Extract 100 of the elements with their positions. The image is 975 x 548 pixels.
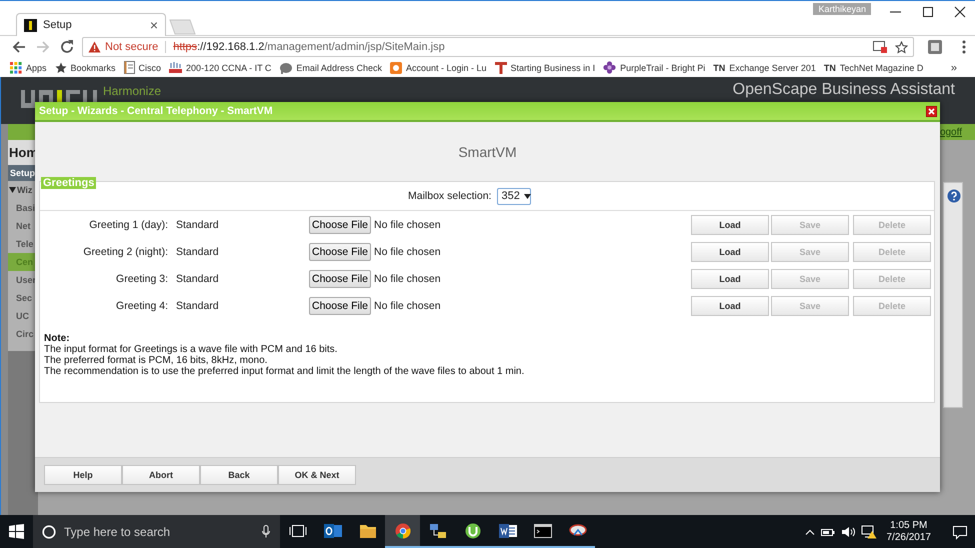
nav-group[interactable]: Wiz bbox=[8, 181, 38, 199]
star-icon bbox=[54, 62, 67, 74]
network-icon bbox=[428, 522, 446, 538]
greeting-status: Standard bbox=[176, 218, 219, 230]
footer-button[interactable]: OK & Next bbox=[278, 465, 356, 485]
bookmark-link[interactable]: PurpleTrail - Bright Pi bbox=[603, 61, 706, 74]
product-title: OpenScape Business Assistant bbox=[732, 81, 955, 99]
bookmark-link[interactable]: Starting Business in I bbox=[494, 61, 596, 74]
battery-icon[interactable] bbox=[820, 526, 834, 536]
flower-icon bbox=[603, 61, 616, 74]
taskbar-button[interactable] bbox=[385, 515, 420, 548]
nav-item[interactable]: User bbox=[8, 271, 38, 289]
page-heading: SmartVM bbox=[458, 144, 517, 160]
folder-icon bbox=[358, 522, 376, 538]
microphone-icon[interactable] bbox=[262, 525, 270, 538]
triangle-icon bbox=[9, 187, 16, 193]
volume-icon[interactable] bbox=[840, 526, 854, 538]
greeting-status: Standard bbox=[176, 300, 219, 312]
logoff-link[interactable]: ogoff bbox=[940, 126, 962, 138]
choose-file-button[interactable]: Choose File bbox=[309, 242, 371, 260]
search-icon bbox=[42, 524, 56, 538]
choose-file-button[interactable]: Choose File bbox=[309, 216, 371, 234]
note-title: Note: bbox=[44, 333, 71, 344]
start-icon[interactable] bbox=[9, 524, 24, 539]
star-icon[interactable] bbox=[894, 40, 908, 54]
greeting-label: Greeting 4: bbox=[116, 300, 168, 312]
nav-item[interactable]: Circ bbox=[8, 325, 38, 343]
help-icon[interactable] bbox=[947, 189, 961, 203]
bookmark-link[interactable]: Bookmarks bbox=[54, 62, 116, 74]
nav-item[interactable]: UC bbox=[8, 307, 38, 325]
favicon-text: TN bbox=[824, 62, 836, 72]
file-status: No file chosen bbox=[374, 218, 441, 230]
note-text: The recommendation is to use the preferred input format and limit the length of the wave files to about 1 min. bbox=[44, 366, 526, 377]
choose-file-button[interactable]: Choose File bbox=[309, 296, 371, 314]
section-legend: Greetings bbox=[41, 177, 96, 189]
reload-icon[interactable] bbox=[58, 38, 76, 56]
nav-item[interactable]: Sec bbox=[8, 289, 38, 307]
favicon-text: TN bbox=[713, 62, 726, 72]
greeting-label: Greeting 3: bbox=[116, 272, 168, 284]
bookmark-link[interactable]: TN Exchange Server 201 bbox=[713, 62, 816, 72]
bookmark-link[interactable]: Account - Login - Lu bbox=[390, 62, 487, 74]
menu-icon[interactable] bbox=[962, 40, 966, 54]
bookmark-link[interactable]: 200-120 CCNA - IT C bbox=[169, 62, 272, 73]
dialog-title: Setup - Wizards - Central Telephony - SmartVM bbox=[39, 105, 273, 117]
footer-button[interactable]: Help bbox=[44, 465, 122, 485]
file-status: No file chosen bbox=[374, 246, 441, 258]
bookmark-link[interactable]: TN TechNet Magazine D bbox=[824, 62, 924, 72]
notebook-icon bbox=[124, 61, 135, 74]
close-icon[interactable] bbox=[926, 106, 937, 116]
caret-icon bbox=[524, 194, 531, 198]
note-text: The input format for Greetings is a wave file with PCM and 16 bits. bbox=[44, 344, 338, 355]
choose-file-button[interactable]: Choose File bbox=[309, 270, 371, 288]
search-input[interactable]: Type here to search bbox=[64, 524, 244, 538]
document-app-icon bbox=[498, 522, 516, 538]
file-status: No file chosen bbox=[374, 272, 441, 284]
address-url: https://192.168.1.2/management/admin/jsp/SiteMain.jsp bbox=[173, 41, 445, 53]
browser-icon bbox=[394, 522, 412, 538]
address-bar[interactable]: Not secure https://192.168.1.2/management/admin/jsp/SiteMain.jsp bbox=[82, 37, 914, 57]
apps-grid-icon bbox=[10, 62, 22, 74]
field-label: Mailbox selection: bbox=[408, 190, 492, 202]
search-field[interactable]: Type here to search bbox=[33, 515, 280, 548]
load-button[interactable]: Load bbox=[691, 242, 769, 262]
greeting-label: Greeting 2 (night): bbox=[83, 246, 168, 258]
tee-icon bbox=[494, 61, 507, 74]
tab-close-button[interactable]: × bbox=[150, 18, 158, 32]
load-button[interactable]: Load bbox=[691, 214, 769, 234]
warning-icon bbox=[88, 41, 101, 53]
greeting-label: Greeting 1 (day): bbox=[89, 218, 168, 230]
clock-date[interactable]: 7/26/2017 bbox=[886, 532, 931, 544]
nav-item[interactable]: Net bbox=[8, 217, 38, 235]
favicon-icon bbox=[24, 18, 37, 32]
file-status: No file chosen bbox=[374, 300, 441, 312]
task-view-icon bbox=[288, 522, 306, 538]
bookmark-link[interactable]: Email Address Check bbox=[279, 62, 382, 74]
clock-time[interactable]: 1:05 PM bbox=[890, 520, 928, 532]
nav-item[interactable]: Basi bbox=[8, 199, 38, 217]
load-button[interactable]: Load bbox=[691, 268, 769, 288]
terminal-icon bbox=[534, 522, 552, 538]
greeting-status: Standard bbox=[176, 246, 219, 258]
torrent-icon bbox=[464, 522, 482, 538]
extension-icon[interactable] bbox=[928, 40, 942, 54]
security-status: Not secure bbox=[105, 41, 158, 53]
mailbox-select[interactable]: 352 bbox=[497, 188, 532, 204]
footer-button[interactable]: Back bbox=[200, 465, 278, 485]
shield-icon bbox=[390, 62, 402, 74]
mail-app-icon bbox=[324, 522, 342, 538]
brand-name: Harmonize bbox=[103, 84, 162, 98]
bars-icon bbox=[169, 62, 182, 73]
bookmark-link[interactable]: Apps bbox=[10, 62, 47, 74]
footer-button[interactable]: Abort bbox=[122, 465, 200, 485]
bookmark-link[interactable]: Cisco bbox=[124, 61, 162, 74]
overflow-button[interactable]: » bbox=[950, 62, 957, 74]
nav-item[interactable]: Tele bbox=[8, 235, 38, 253]
nav-header[interactable]: Setup bbox=[8, 165, 38, 181]
network-warning-icon[interactable] bbox=[860, 524, 876, 538]
chevron-up-icon[interactable] bbox=[804, 528, 814, 534]
load-button[interactable]: Load bbox=[691, 296, 769, 316]
site-settings-icon[interactable] bbox=[872, 41, 887, 53]
note-text: The preferred format is PCM, 16 bits, 8kHz, mono. bbox=[44, 355, 268, 366]
browser-tab[interactable]: Setup × bbox=[16, 13, 166, 36]
